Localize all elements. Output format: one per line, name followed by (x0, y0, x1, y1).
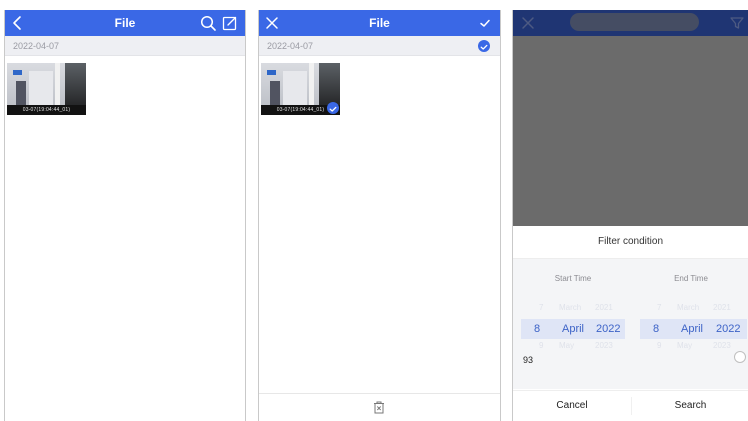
delete-icon[interactable] (372, 400, 386, 414)
search-icon[interactable] (199, 14, 217, 32)
end-year[interactable]: 2022 (716, 319, 740, 339)
end-time-label: End Time (674, 274, 708, 283)
filter-icon[interactable] (728, 14, 746, 37)
end-month-below[interactable]: May (677, 341, 692, 350)
end-day-below[interactable]: 9 (657, 341, 661, 350)
start-day-below[interactable]: 9 (539, 341, 543, 350)
start-month-below[interactable]: May (559, 341, 574, 350)
top-bar: File (259, 10, 500, 36)
date-group-header: 2022-04-07 (5, 36, 245, 56)
thumbnail-caption: 03-07(19:04:44_01) (7, 105, 86, 115)
edit-icon[interactable] (221, 14, 239, 32)
file-list-screen: File 2022-04-07 03-07(19:04:44_01) (4, 10, 246, 421)
option-radio[interactable] (734, 351, 746, 363)
start-time-label: Start Time (554, 274, 592, 283)
cancel-button[interactable]: Cancel (513, 391, 631, 421)
filter-sheet: Filter condition Start Time End Time 7 M… (513, 226, 748, 421)
start-month-above[interactable]: March (559, 303, 581, 312)
search-button[interactable]: Search (632, 391, 748, 421)
select-all-check-icon[interactable] (478, 40, 490, 52)
file-select-screen: File 2022-04-07 03-07(19:04:44_01) (258, 10, 501, 421)
end-month[interactable]: April (681, 319, 703, 339)
end-day[interactable]: 8 (653, 319, 659, 339)
video-thumbnail[interactable]: 03-07(19:04:44_01) (261, 63, 340, 115)
time-picker-area: Start Time End Time 7 March 2021 7 March… (513, 259, 748, 389)
filter-screen: Filter condition Start Time End Time 7 M… (512, 10, 748, 421)
end-year-below[interactable]: 2023 (713, 341, 731, 350)
search-input[interactable] (570, 13, 699, 31)
dim-overlay[interactable] (513, 36, 748, 226)
start-year-above[interactable]: 2021 (595, 303, 613, 312)
start-year-below[interactable]: 2023 (595, 341, 613, 350)
date-group-header: 2022-04-07 (259, 36, 500, 56)
start-year[interactable]: 2022 (596, 319, 620, 339)
top-bar (513, 10, 748, 36)
end-day-above[interactable]: 7 (657, 303, 661, 312)
start-month[interactable]: April (562, 319, 584, 339)
value-row-text: 93 (523, 355, 534, 365)
video-thumbnail[interactable]: 03-07(19:04:44_01) (7, 63, 86, 115)
page-title: File (369, 16, 390, 30)
sheet-actions: Cancel Search (513, 390, 748, 421)
confirm-check-icon[interactable] (476, 14, 494, 32)
end-year-above[interactable]: 2021 (713, 303, 731, 312)
top-bar: File (5, 10, 245, 36)
sheet-title: Filter condition (513, 226, 748, 259)
start-day-above[interactable]: 7 (539, 303, 543, 312)
bottom-toolbar (259, 393, 500, 421)
start-time-picker[interactable]: 8 April 2022 (521, 319, 625, 339)
selected-check-icon[interactable] (327, 102, 339, 114)
end-time-picker[interactable]: 8 April 2022 (640, 319, 747, 339)
end-month-above[interactable]: March (677, 303, 699, 312)
close-icon[interactable] (519, 14, 537, 37)
start-day[interactable]: 8 (534, 319, 540, 339)
date-label: 2022-04-07 (267, 41, 314, 51)
